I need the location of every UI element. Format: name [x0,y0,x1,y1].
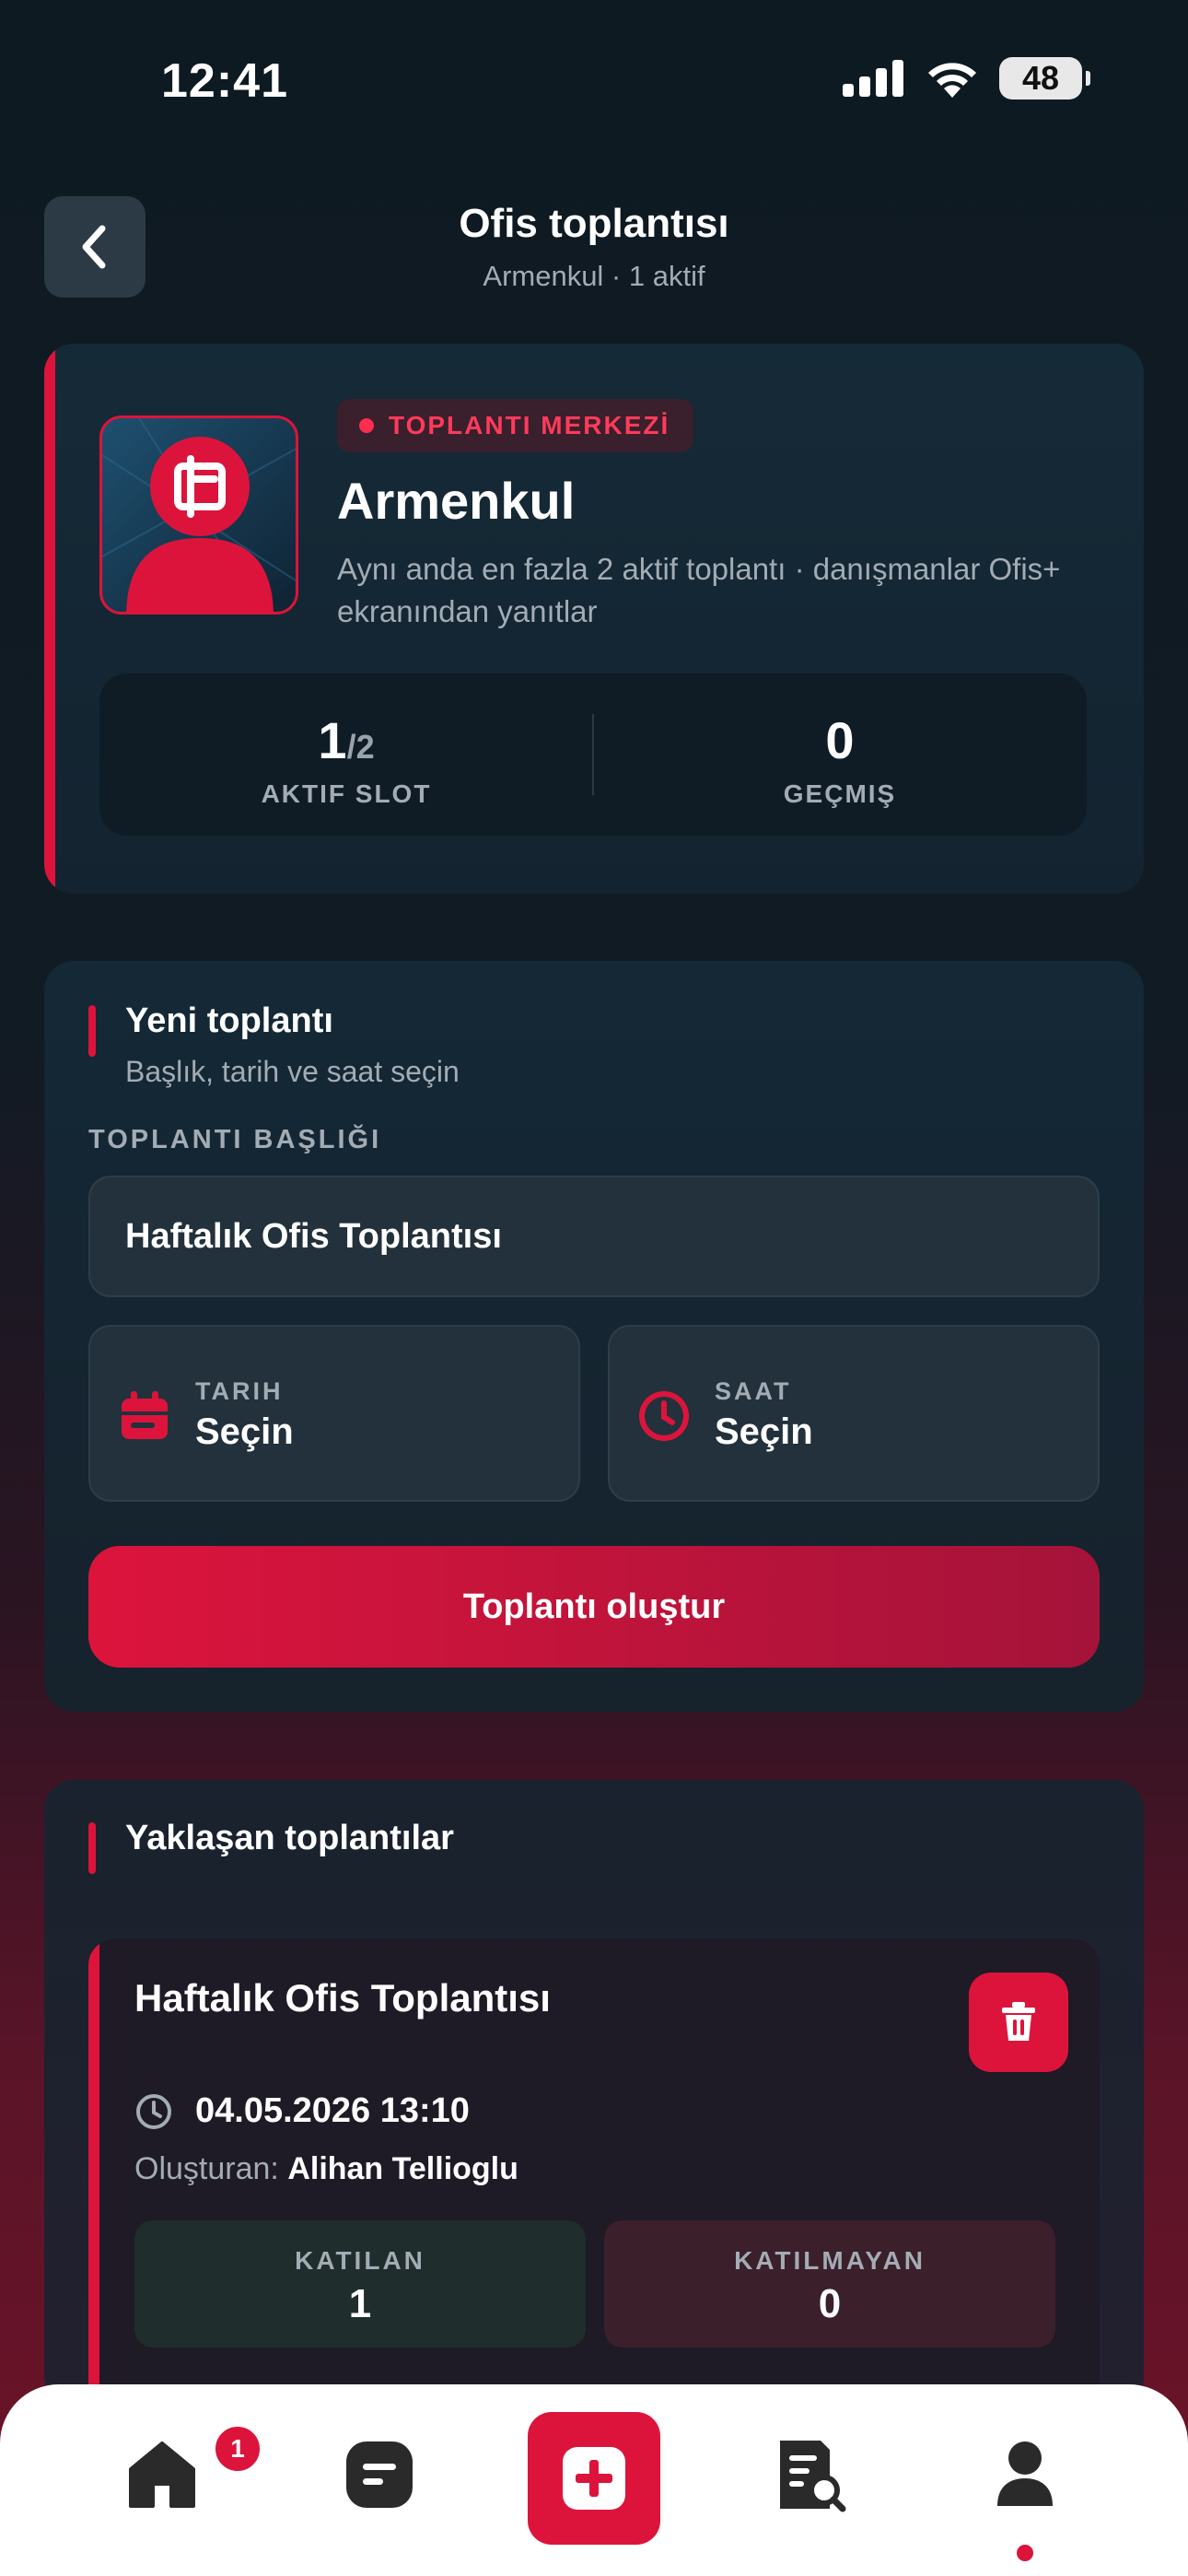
date-value: Seçin [195,1411,294,1452]
badge-label: TOPLANTI MERKEZİ [389,411,670,439]
nav-chat[interactable] [324,2419,435,2530]
active-tab-indicator [1017,2545,1033,2561]
nav-add-button[interactable] [528,2412,660,2545]
signal-icon [843,60,903,97]
page-title: Ofis toplantısı [459,201,729,246]
clock-icon [136,2093,171,2129]
section-accent [88,1822,96,1874]
status-icons: 48 [843,57,1090,100]
section-accent [88,1005,96,1057]
status-bar: 12:41 48 [0,0,1188,157]
attending-value: 1 [348,2281,372,2326]
past-value: 0 [825,711,855,769]
date-label: TARIH [195,1377,284,1405]
office-avatar-icon [102,418,296,612]
home-icon [129,2441,195,2508]
page-subtitle: Armenkul · 1 aktif [483,260,705,292]
home-notification-badge: 1 [212,2423,263,2475]
active-slot-max: /2 [346,728,375,766]
office-stats: 1/2 AKTIF SLOT 0 GEÇMIŞ [99,673,1087,836]
create-meeting-button[interactable]: Toplantı oluştur [88,1546,1100,1668]
office-card: TOPLANTI MERKEZİ Armenkul Aynı anda en f… [44,344,1144,894]
upcoming-title: Yaklaşan toplantılar [125,1819,454,1857]
calendar-icon [122,1391,168,1439]
document-search-icon [780,2441,846,2512]
office-description: Aynı anda en fazla 2 aktif toplantı · da… [337,552,1061,628]
nav-home[interactable] [107,2419,217,2530]
meeting-creator-row: Oluşturan: Alihan Tellioglu [134,2151,518,2187]
time-label: SAAT [715,1377,792,1405]
status-badge: TOPLANTI MERKEZİ [337,399,694,452]
not-attending-count: KATILMAYAN 0 [604,2220,1055,2348]
time-picker[interactable]: SAAT Seçin [608,1325,1100,1502]
stat-active-slot: 1/2 AKTIF SLOT [99,673,593,836]
chat-icon [346,2441,413,2508]
creator-name: Alihan Tellioglu [287,2151,518,2186]
attending-label: KATILAN [295,2246,425,2275]
meeting-title: Haftalık Ofis Toplantısı [134,1976,551,2020]
badge-dot [359,418,374,433]
trash-icon [1002,2002,1035,2041]
not-attending-value: 0 [818,2281,842,2326]
meeting-datetime-row: 04.05.2026 13:10 [134,2091,470,2131]
meeting-datetime: 04.05.2026 13:10 [195,2091,470,2130]
delete-meeting-button[interactable] [969,1973,1068,2072]
new-meeting-subtitle: Başlık, tarih ve saat seçin [125,1055,460,1088]
clock-icon [639,1391,689,1441]
office-name: Armenkul [337,472,576,530]
plus-icon [563,2447,625,2510]
new-meeting-title: Yeni toplantı [125,1001,333,1040]
meeting-item[interactable]: Haftalık Ofis Toplantısı 04.05.2026 13:1… [88,1939,1100,2406]
status-time: 12:41 [161,54,288,108]
date-picker[interactable]: TARIH Seçin [88,1325,580,1502]
nav-document-search[interactable] [755,2419,866,2530]
active-slot-value: 1 [318,711,347,769]
attending-count: KATILAN 1 [134,2220,586,2348]
creator-label: Oluşturan: [134,2151,279,2186]
past-label: GEÇMIŞ [783,779,897,808]
time-value: Seçin [715,1411,813,1452]
new-meeting-card: Yeni toplantı Başlık, tarih ve saat seçi… [44,961,1144,1712]
meeting-title-input[interactable]: Haftalık Ofis Toplantısı [88,1176,1100,1297]
not-attending-label: KATILMAYAN [734,2246,926,2275]
battery-icon: 48 [999,57,1090,100]
nav-profile[interactable] [970,2419,1080,2530]
meeting-title-label: TOPLANTI BAŞLIĞI [88,1125,382,1154]
profile-icon [997,2441,1053,2506]
stat-past: 0 GEÇMIŞ [593,673,1087,836]
upcoming-meetings-card: Yaklaşan toplantılar Haftalık Ofis Topla… [44,1780,1144,2406]
bottom-nav [0,2384,1188,2576]
active-slot-label: AKTIF SLOT [261,779,432,808]
office-logo [99,416,298,615]
wifi-icon [928,63,976,98]
